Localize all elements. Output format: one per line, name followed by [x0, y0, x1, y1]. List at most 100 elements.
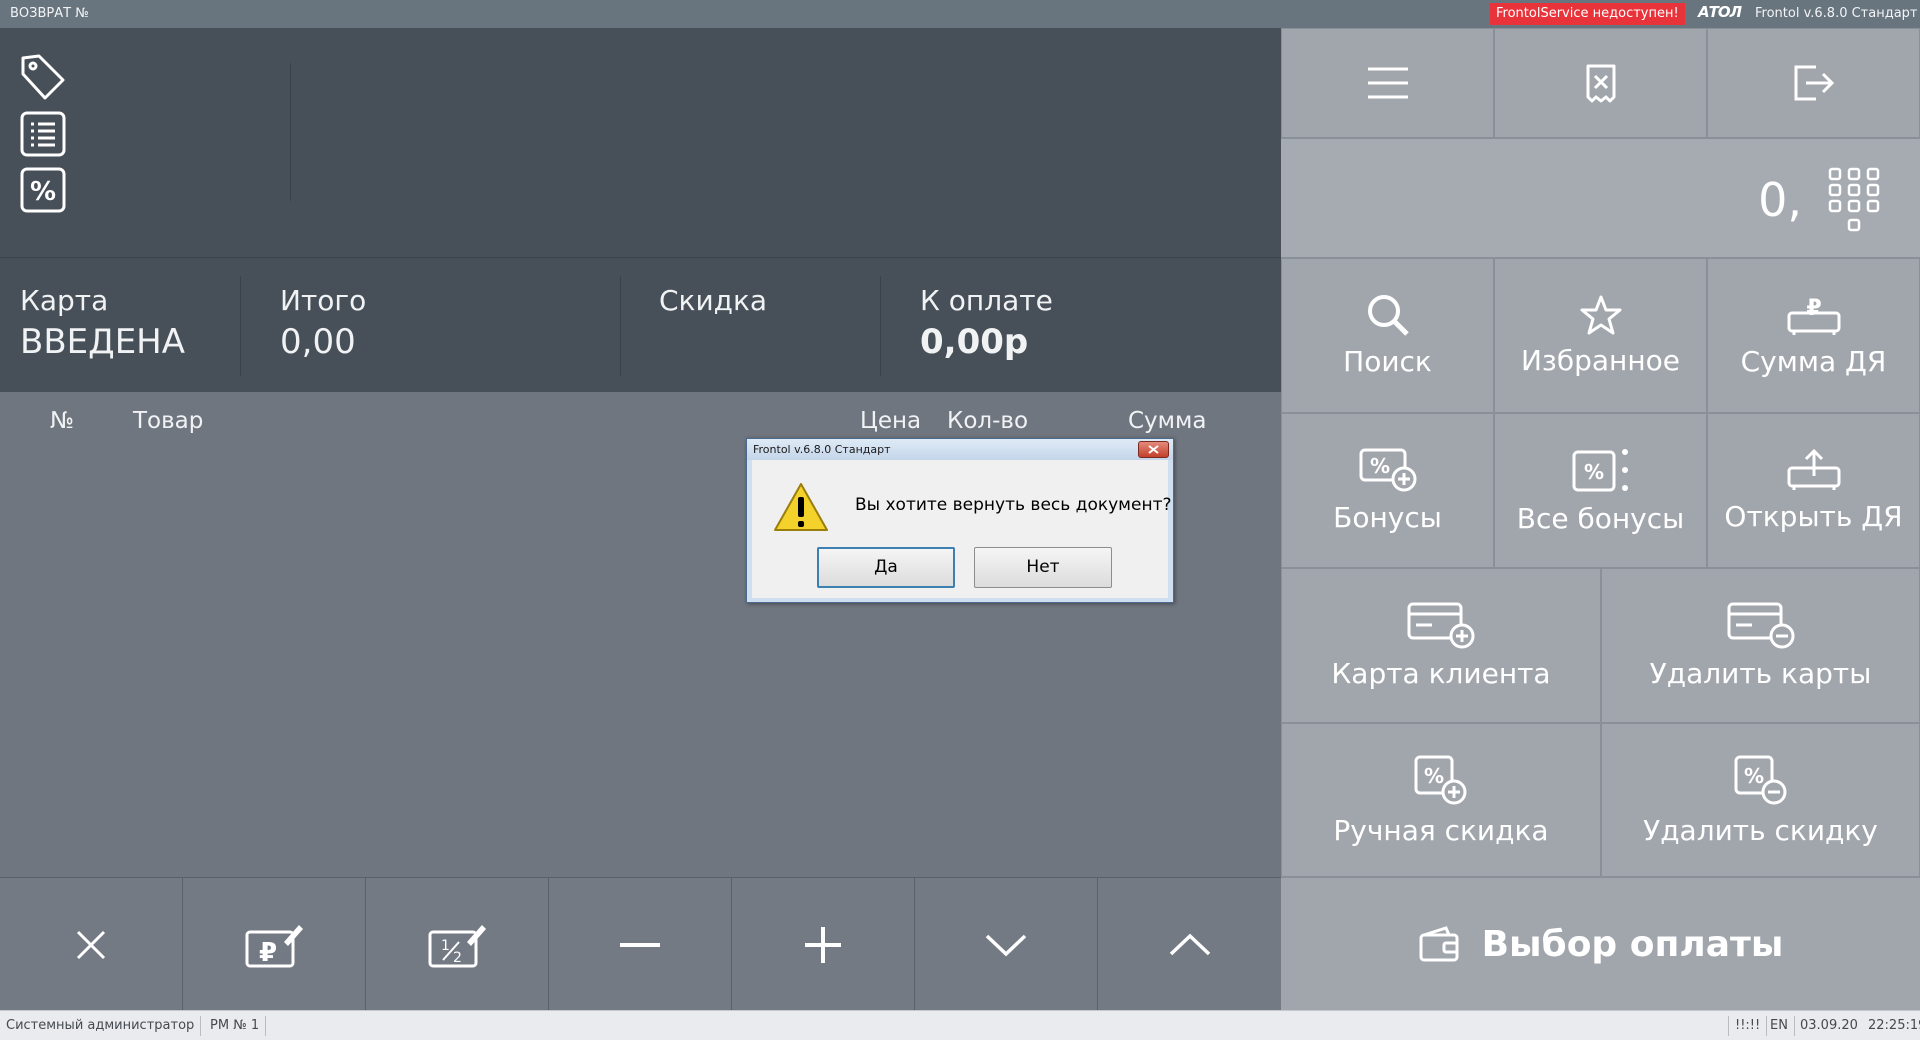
- topay-label: К оплате: [920, 284, 1053, 317]
- percent-icon[interactable]: %: [19, 166, 67, 214]
- quantity-edit-icon: 12: [428, 924, 486, 967]
- status-language: EN: [1764, 1016, 1795, 1036]
- total-label: Итого: [280, 284, 367, 317]
- payment-selection-button[interactable]: Выбор оплаты: [1281, 877, 1920, 1010]
- all-bonuses-icon: %: [1572, 449, 1628, 492]
- hamburger-menu-icon: [1367, 67, 1408, 99]
- bonus-add-icon: %: [1359, 448, 1416, 492]
- cash-drawer-sum-button[interactable]: ₽ Сумма ДЯ: [1707, 258, 1920, 413]
- svg-text:%: %: [1743, 764, 1763, 788]
- card-add-icon: [1407, 602, 1475, 649]
- status-workplace: РМ № 1: [204, 1016, 267, 1036]
- favorites-button-label: Избранное: [1520, 344, 1680, 377]
- title-bar: ВОЗВРАТ № FrontolService недоступен! АТО…: [0, 0, 1920, 28]
- dialog-message: Вы хотите вернуть весь документ?: [855, 495, 1172, 515]
- svg-text:%: %: [1583, 460, 1603, 484]
- delete-discount-label: Удалить скидку: [1643, 813, 1878, 847]
- bonuses-button-label: Бонусы: [1333, 501, 1442, 534]
- search-icon: [1367, 295, 1409, 336]
- total-cell: Итого 0,00: [280, 258, 610, 393]
- edit-quantity-button[interactable]: 12: [366, 878, 549, 1011]
- delete-discount-button[interactable]: % Удалить скидку: [1601, 723, 1920, 877]
- atol-logo: АТОЛ: [1698, 3, 1742, 21]
- manual-discount-label: Ручная скидка: [1333, 813, 1549, 847]
- search-button[interactable]: Поиск: [1281, 258, 1494, 413]
- svg-text:%: %: [1424, 764, 1444, 788]
- status-bar: Системный администратор РМ № 1 !!:!! EN …: [0, 1010, 1920, 1040]
- chevron-down-icon: [985, 934, 1027, 956]
- svg-text:%: %: [30, 177, 56, 207]
- product-info-panel: %: [0, 28, 1281, 257]
- column-header-quantity: Кол-во: [947, 408, 1029, 434]
- manual-discount-button[interactable]: % Ручная скидка: [1281, 723, 1601, 877]
- plus-icon: [805, 926, 841, 963]
- increase-button[interactable]: [732, 878, 915, 1011]
- right-panel: 0, Поиск Избранное ₽ Сумма ДЯ % Бонусы %…: [1281, 28, 1920, 1010]
- status-time: 22:25:19: [1868, 1018, 1920, 1033]
- cancel-receipt-icon: [1586, 64, 1615, 103]
- cash-drawer-ruble-icon: ₽: [1787, 296, 1840, 335]
- favorites-button[interactable]: Избранное: [1494, 258, 1707, 413]
- input-value: 0,: [1758, 173, 1802, 227]
- decrease-button[interactable]: [549, 878, 732, 1011]
- info-separator: [240, 276, 241, 376]
- svg-text:₽: ₽: [259, 938, 277, 968]
- total-value: 0,00: [280, 322, 356, 362]
- list-icon[interactable]: [19, 110, 67, 158]
- scroll-down-button[interactable]: [915, 878, 1098, 1011]
- cancel-position-button[interactable]: [0, 878, 183, 1011]
- chevron-up-icon: [1169, 933, 1210, 955]
- cash-drawer-sum-label: Сумма ДЯ: [1740, 345, 1887, 378]
- version-label: Frontol v.6.8.0 Стандарт: [1755, 6, 1918, 21]
- quantity-input[interactable]: 0,: [1281, 138, 1920, 258]
- card-remove-icon: [1727, 602, 1794, 649]
- close-icon: [1148, 445, 1159, 454]
- keypad-icon[interactable]: [1828, 167, 1880, 235]
- panel-divider: [290, 63, 291, 201]
- close-icon: [76, 930, 106, 959]
- star-icon: [1580, 295, 1621, 335]
- discount-label: Скидка: [659, 284, 768, 317]
- open-cash-drawer-label: Открыть ДЯ: [1724, 500, 1903, 533]
- menu-button[interactable]: [1281, 28, 1494, 138]
- dialog-body: Вы хотите вернуть весь документ? Да Нет: [752, 460, 1172, 598]
- open-cash-drawer-icon: [1787, 448, 1840, 490]
- delete-cards-button[interactable]: Удалить карты: [1601, 568, 1920, 723]
- column-header-sum: Сумма: [1128, 408, 1207, 434]
- edit-price-button[interactable]: ₽: [183, 878, 366, 1011]
- topay-value: 0,00р: [920, 322, 1029, 362]
- no-button[interactable]: Нет: [974, 547, 1112, 588]
- delete-cards-label: Удалить карты: [1649, 657, 1872, 690]
- open-cash-drawer-button[interactable]: Открыть ДЯ: [1707, 413, 1920, 568]
- info-separator: [620, 276, 621, 376]
- minus-icon: [620, 942, 660, 947]
- cancel-receipt-button[interactable]: [1494, 28, 1707, 138]
- logout-icon: [1794, 65, 1834, 101]
- price-edit-icon: ₽: [245, 924, 303, 968]
- dialog-close-button[interactable]: [1138, 441, 1169, 458]
- document-title: ВОЗВРАТ №: [10, 6, 89, 21]
- client-card-label: Карта клиента: [1331, 657, 1551, 690]
- logout-button[interactable]: [1707, 28, 1920, 138]
- service-alert-badge: FrontolService недоступен!: [1490, 3, 1685, 25]
- column-header-price: Цена: [860, 408, 922, 434]
- bonuses-button[interactable]: % Бонусы: [1281, 413, 1494, 568]
- yes-button[interactable]: Да: [817, 547, 955, 588]
- svg-text:1: 1: [441, 938, 450, 954]
- receipt-summary: Карта ВВЕДЕНА Итого 0,00 Скидка К оплате…: [0, 257, 1281, 392]
- dialog-title-text: Frontol v.6.8.0 Стандарт: [753, 443, 891, 456]
- price-tag-icon[interactable]: [19, 52, 67, 100]
- svg-text:2: 2: [453, 950, 462, 966]
- info-separator: [880, 276, 881, 376]
- status-user: Системный администратор: [0, 1016, 202, 1036]
- wallet-icon: [1419, 926, 1459, 962]
- client-card-button[interactable]: Карта клиента: [1281, 568, 1601, 723]
- warning-icon: [774, 483, 828, 531]
- scroll-up-button[interactable]: [1098, 878, 1281, 1011]
- search-button-label: Поиск: [1343, 345, 1432, 378]
- payment-selection-label: Выбор оплаты: [1481, 923, 1784, 965]
- svg-text:₽: ₽: [1806, 296, 1821, 321]
- card-cell: Карта ВВЕДЕНА: [20, 258, 240, 393]
- topay-cell: К оплате 0,00р: [920, 258, 1260, 393]
- all-bonuses-button[interactable]: % Все бонусы: [1494, 413, 1707, 568]
